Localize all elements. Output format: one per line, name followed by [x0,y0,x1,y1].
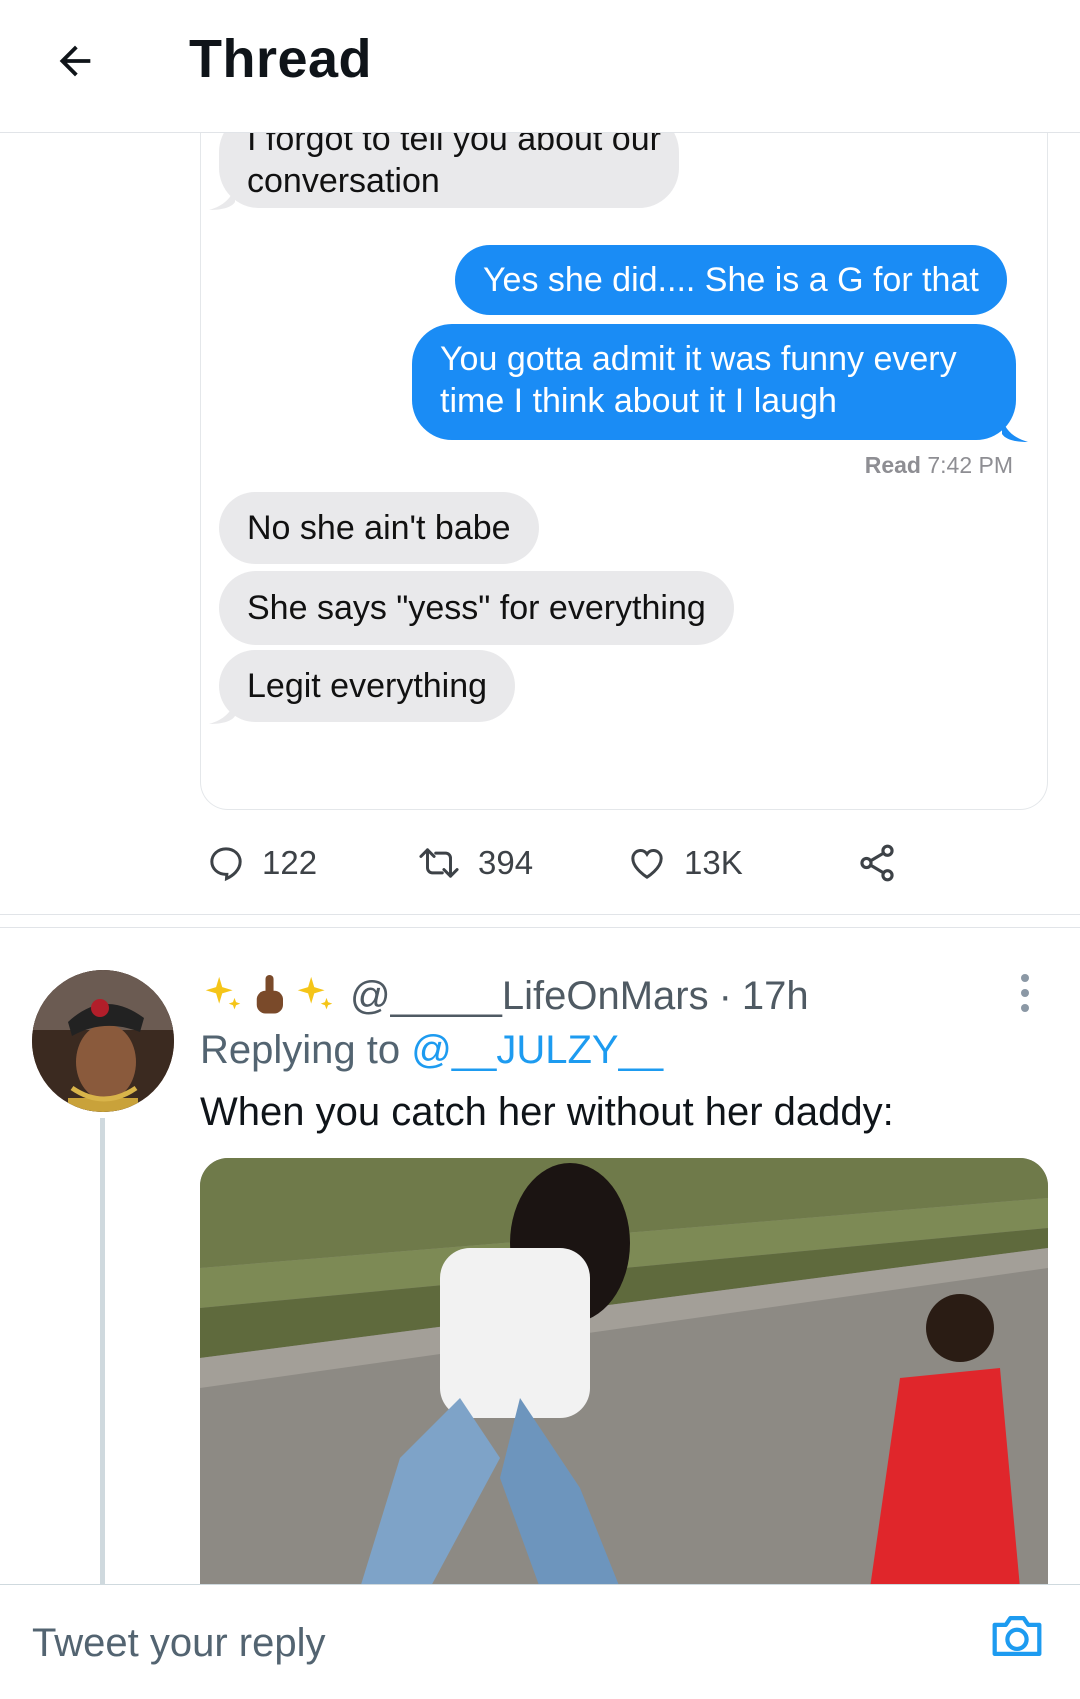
message-line: Yes she did.... She is a G for that [483,261,979,299]
camera-button[interactable] [988,1609,1046,1663]
message-line: conversation [247,162,440,200]
replying-prefix: Replying to [200,1028,401,1072]
message-line: No she ain't babe [247,509,511,547]
like-button[interactable]: 13K [626,835,743,891]
tweet-media-screenshot[interactable]: I forgot to tell you about our conversat… [200,80,1048,810]
page-title: Thread [189,29,373,89]
more-options-button[interactable] [1010,968,1040,1018]
message-bubble-incoming: Legit everything [209,650,516,724]
divider [0,914,1080,915]
sparkles-icon [297,976,333,1010]
read-receipt: Read 7:42 PM [865,452,1013,479]
top-bar: Thread [0,0,1080,133]
dot [1021,974,1029,982]
reply-tweet-header: @_____LifeOnMars · 17h [200,966,809,1026]
camera-icon [992,1616,1042,1656]
retweet-button[interactable]: 394 [416,835,533,891]
read-time: 7:42 PM [927,452,1013,478]
retweet-icon [419,848,459,878]
replying-to-line: Replying to @__JULZY__ [200,1028,663,1073]
heart-icon [631,848,663,879]
sparkles-icon [205,976,241,1010]
reply-count: 122 [262,844,318,881]
message-line: She says "yess" for everything [247,589,706,627]
tweet-timestamp[interactable]: 17h [742,974,809,1019]
reply-icon [210,847,242,882]
meta-separator: · [718,973,732,1018]
arrow-left-icon [59,45,91,77]
dot [1021,1004,1029,1012]
tweet-photo[interactable] [200,1158,1048,1588]
reply-composer [0,1584,1080,1699]
reply-input[interactable] [32,1615,932,1671]
avatar[interactable] [32,970,174,1112]
message-line: Legit everything [247,667,488,705]
message-line: time I think about it I laugh [440,382,837,420]
user-handle[interactable]: @_____LifeOnMars [350,974,709,1019]
retweet-count: 394 [478,844,534,881]
message-bubble-incoming: No she ain't babe [219,492,539,564]
tweet-text: When you catch her without her daddy: [200,1090,894,1134]
message-bubble-outgoing: You gotta admit it was funny every time … [412,324,1028,442]
message-line: You gotta admit it was funny every [440,340,957,378]
dot [1021,989,1029,997]
middle-finger-emoji-icon [256,975,283,1014]
display-name[interactable] [200,973,338,1019]
like-count: 13K [684,844,743,881]
reply-button[interactable]: 122 [206,835,317,891]
read-label: Read [864,452,921,478]
tweet-action-bar: 122 394 13K [200,835,960,891]
share-button[interactable] [856,835,898,891]
message-bubble-outgoing: Yes she did.... She is a G for that [455,245,1007,315]
message-bubble-incoming: She says "yess" for everything [219,571,734,645]
back-button[interactable] [44,30,106,92]
divider [0,927,1080,928]
replying-to-mention[interactable]: @__JULZY__ [411,1028,663,1072]
thread-connector-line [100,1118,105,1588]
share-icon [860,844,894,882]
